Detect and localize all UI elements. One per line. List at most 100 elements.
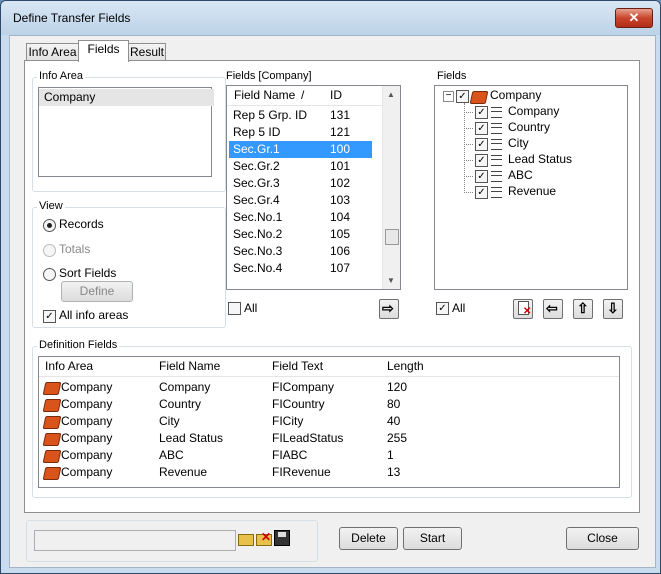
def-info-area: Company: [61, 380, 113, 394]
arrow-down-icon: ⇩: [607, 300, 619, 316]
field-name: Sec.No.1: [233, 210, 283, 224]
tab-fields[interactable]: Fields: [78, 40, 129, 62]
field-list-icon: [491, 187, 502, 198]
title-bar[interactable]: Define Transfer Fields ✕: [1, 1, 660, 35]
definition-row[interactable]: Company City FICity 40: [39, 413, 617, 430]
define-button[interactable]: Define: [61, 281, 133, 302]
dialog-client: Info Area Fields Result Info Area Compan…: [9, 35, 656, 568]
field-row[interactable]: Sec.Gr.4 103: [229, 192, 372, 209]
scroll-down-arrow-icon[interactable]: ▼: [387, 276, 395, 285]
definition-row[interactable]: Company ABC FIABC 1: [39, 447, 617, 464]
info-area-list[interactable]: Company: [38, 87, 214, 177]
field-row[interactable]: Sec.Gr.1 100: [229, 141, 372, 158]
arrow-right-icon: ⇨: [382, 300, 394, 316]
definition-row[interactable]: Company Company FICompany 120: [39, 379, 617, 396]
add-field-button[interactable]: ⇨: [379, 299, 399, 319]
field-name: Sec.Gr.2: [233, 159, 280, 173]
sort-fields-radio[interactable]: [43, 268, 56, 281]
tree-item-checkbox[interactable]: ✓: [475, 170, 488, 183]
remove-field-button[interactable]: ✕: [513, 299, 533, 319]
def-col-field-text[interactable]: Field Text: [272, 357, 323, 376]
field-id: 100: [330, 142, 351, 156]
field-row[interactable]: Sec.Gr.2 101: [229, 158, 372, 175]
dialog-window: Define Transfer Fields ✕ Info Area Field…: [0, 0, 661, 574]
def-info-area: Company: [61, 397, 113, 411]
field-row[interactable]: Sec.Gr.3 102: [229, 175, 372, 192]
field-row[interactable]: Rep 5 Grp. ID 131: [229, 107, 372, 124]
fields-tree[interactable]: − ✓ Company ✓ Company ✓ Country ✓ City ✓ Lead S…: [434, 85, 628, 290]
tree-item-checkbox[interactable]: ✓: [475, 122, 488, 135]
totals-radio[interactable]: [43, 244, 56, 257]
move-down-button[interactable]: ⇩: [603, 299, 623, 319]
company-book-icon: [42, 467, 62, 480]
definition-fields-label: Definition Fields: [37, 339, 120, 351]
tree-item-label[interactable]: City: [508, 136, 529, 150]
def-length: 255: [387, 431, 408, 445]
fields-tree-title: Fields: [437, 70, 467, 82]
definition-fields-list[interactable]: Info Area Field Name Field Text Length C…: [38, 356, 620, 488]
open-folder-icon[interactable]: [238, 530, 254, 546]
tree-all-label: All: [452, 301, 466, 315]
field-row[interactable]: Sec.No.1 104: [229, 209, 372, 226]
tree-root-checkbox[interactable]: ✓: [456, 90, 469, 103]
def-field-text: FICity: [272, 414, 304, 428]
tree-item-label[interactable]: ABC: [508, 168, 533, 182]
field-row[interactable]: Rep 5 ID 121: [229, 124, 372, 141]
definition-row[interactable]: Company Lead Status FILeadStatus 255: [39, 430, 617, 447]
def-col-info-area[interactable]: Info Area: [45, 357, 93, 376]
delete-button[interactable]: Delete: [339, 527, 398, 550]
tree-item-label[interactable]: Country: [508, 120, 550, 134]
window-close-button[interactable]: ✕: [615, 8, 653, 28]
fields-list[interactable]: Field Name / ID Rep 5 Grp. ID 131 Rep 5 ID…: [226, 85, 401, 290]
all-info-areas-checkbox[interactable]: ✓: [43, 310, 56, 323]
info-area-group-label: Info Area: [37, 70, 86, 82]
tree-item-label[interactable]: Lead Status: [508, 152, 572, 166]
move-up-button[interactable]: ⇧: [573, 299, 593, 319]
tab-info-area[interactable]: Info Area: [26, 43, 79, 61]
tab-result[interactable]: Result: [128, 43, 166, 61]
tree-all-checkbox[interactable]: ✓: [436, 302, 449, 315]
tree-item-checkbox[interactable]: ✓: [475, 138, 488, 151]
field-row[interactable]: Sec.No.3 106: [229, 243, 372, 260]
field-row[interactable]: Sec.No.4 107: [229, 260, 372, 277]
tree-item-checkbox[interactable]: ✓: [475, 106, 488, 119]
save-disk-icon[interactable]: [274, 530, 290, 546]
delete-folder-icon[interactable]: ✕: [256, 530, 272, 546]
tree-root-label[interactable]: Company: [490, 88, 541, 102]
fields-all-checkbox[interactable]: [228, 302, 241, 315]
tree-collapse-toggle[interactable]: −: [443, 91, 454, 102]
start-button[interactable]: Start: [403, 527, 462, 550]
def-col-field-name[interactable]: Field Name: [159, 357, 220, 376]
definition-row[interactable]: Company Revenue FIRevenue 13: [39, 464, 617, 481]
def-length: 40: [387, 414, 401, 428]
tree-item-label[interactable]: Company: [508, 104, 559, 118]
records-radio[interactable]: [43, 219, 56, 232]
tree-item-checkbox[interactable]: ✓: [475, 154, 488, 167]
move-left-button[interactable]: ⇦: [543, 299, 563, 319]
field-id: 104: [330, 210, 351, 224]
def-field-name: ABC: [159, 448, 184, 462]
def-field-name: Lead Status: [159, 431, 224, 445]
def-field-name: City: [159, 414, 180, 428]
info-area-item[interactable]: Company: [39, 89, 214, 106]
field-name: Rep 5 ID: [233, 125, 281, 139]
scroll-thumb[interactable]: [385, 229, 399, 245]
scroll-up-arrow-icon[interactable]: ▲: [387, 90, 395, 99]
fields-list-scrollbar[interactable]: ▲ ▼: [382, 86, 400, 289]
tree-branch: [464, 176, 473, 177]
col-id[interactable]: ID: [330, 86, 342, 105]
definition-row[interactable]: Company Country FICountry 80: [39, 396, 617, 413]
field-id: 105: [330, 227, 351, 241]
tree-item-checkbox[interactable]: ✓: [475, 186, 488, 199]
col-field-name[interactable]: Field Name: [234, 86, 295, 105]
company-book-icon: [42, 399, 62, 412]
close-button[interactable]: Close: [566, 527, 639, 550]
tree-item-label[interactable]: Revenue: [508, 184, 556, 198]
field-row[interactable]: Sec.No.2 105: [229, 226, 372, 243]
file-path-field[interactable]: [34, 530, 236, 551]
field-list-icon: [491, 123, 502, 134]
field-name: Sec.No.2: [233, 227, 283, 241]
field-name: Sec.No.4: [233, 261, 283, 275]
def-field-text: FIABC: [272, 448, 308, 462]
def-col-length[interactable]: Length: [387, 357, 424, 376]
